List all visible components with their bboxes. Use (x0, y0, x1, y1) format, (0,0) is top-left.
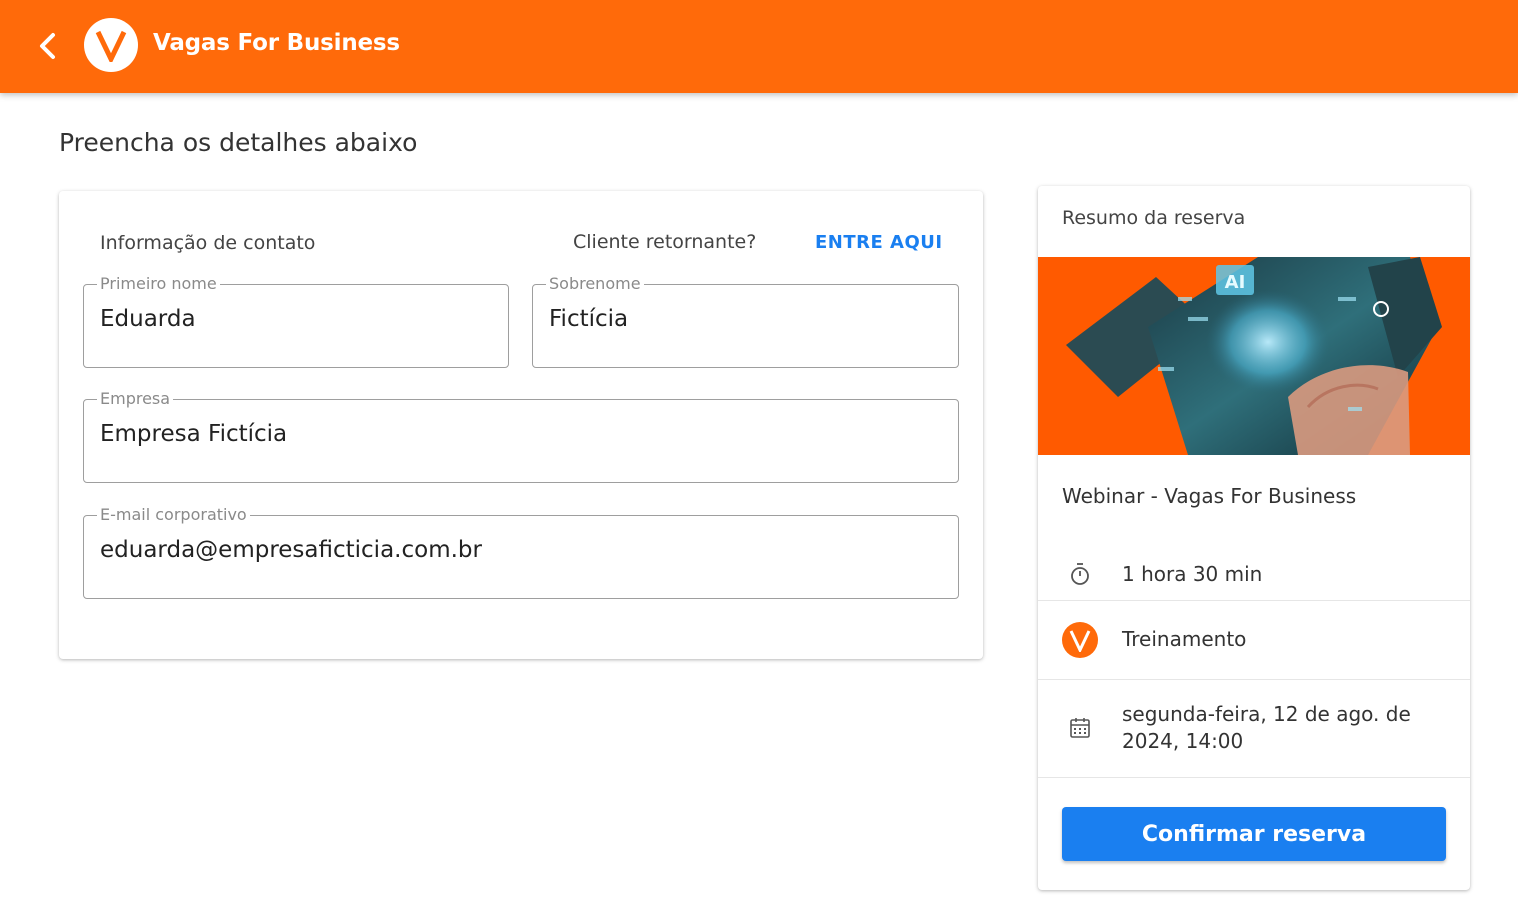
chevron-left-icon (40, 33, 55, 59)
company-input[interactable] (100, 421, 942, 447)
category-text: Treinamento (1122, 627, 1247, 651)
first-name-field[interactable]: Primeiro nome (83, 276, 509, 368)
company-field[interactable]: Empresa (83, 391, 959, 483)
first-name-label: Primeiro nome (100, 274, 217, 293)
app-title: Vagas For Business (153, 30, 400, 56)
company-label: Empresa (100, 389, 171, 408)
last-name-field[interactable]: Sobrenome (532, 276, 959, 368)
email-field[interactable]: E-mail corporativo (83, 507, 959, 599)
event-title: Webinar - Vagas For Business (1062, 484, 1357, 508)
datetime-text: segunda-feira, 12 de ago. de 2024, 14:00 (1122, 702, 1411, 753)
last-name-input[interactable] (549, 306, 942, 332)
email-input[interactable] (100, 537, 942, 563)
divider (1038, 777, 1470, 778)
duration-row: 1 hora 30 min (1038, 546, 1470, 602)
category-row: Treinamento (1038, 601, 1470, 679)
summary-title: Resumo da reserva (1062, 207, 1246, 229)
brand-logo (84, 18, 138, 72)
v-logo-icon (95, 30, 127, 62)
confirm-booking-button[interactable]: Confirmar reserva (1062, 807, 1446, 861)
last-name-label: Sobrenome (549, 274, 641, 293)
login-link[interactable]: ENTRE AQUI (815, 232, 943, 253)
stopwatch-icon (1062, 556, 1098, 592)
v-logo-icon (1062, 622, 1098, 658)
booking-summary-card: Resumo da reserva AI Webinar - Vagas For… (1038, 186, 1470, 890)
first-name-input[interactable] (100, 306, 492, 332)
page-title: Preencha os detalhes abaixo (59, 128, 418, 157)
calendar-icon (1062, 710, 1098, 746)
email-label: E-mail corporativo (100, 505, 247, 524)
banner-ai-text: AI (1225, 272, 1246, 293)
back-button[interactable] (30, 27, 64, 65)
duration-text: 1 hora 30 min (1122, 562, 1263, 586)
contact-form-card: Informação de contato Cliente retornante… (59, 191, 983, 659)
event-banner-image: AI (1038, 257, 1470, 455)
section-label: Informação de contato (100, 232, 316, 254)
date-row: segunda-feira, 12 de ago. de 2024, 14:00 (1038, 680, 1470, 776)
top-app-bar: Vagas For Business (0, 0, 1518, 93)
returning-client-label: Cliente retornante? (573, 231, 757, 253)
